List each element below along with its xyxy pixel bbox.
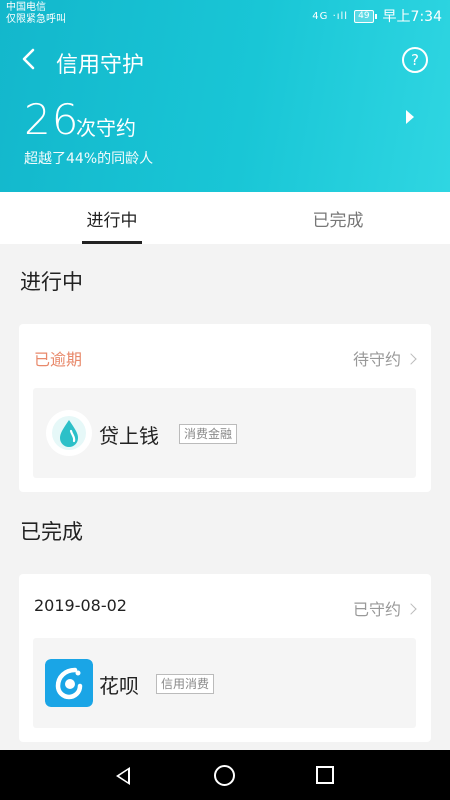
system-nav-bar <box>0 750 450 800</box>
chevron-right-icon <box>405 602 417 615</box>
nav-recent-apps-icon[interactable] <box>316 766 334 784</box>
hero-header: 中国电信 仅限紧急呼叫 4G ·ıll 49 早上7:34 信用守护 ? 26 … <box>0 0 450 192</box>
in-progress-card[interactable]: 已逾期 待守约 贷上钱 消费金融 <box>19 324 431 492</box>
carrier-name: 中国电信 <box>6 2 46 13</box>
kept-status[interactable]: 已守约 <box>352 596 417 620</box>
clock: 早上7:34 <box>382 9 442 25</box>
completed-date: 2019-08-02 <box>34 596 127 615</box>
battery-icon: 49 <box>354 9 377 23</box>
category-tag: 信用消费 <box>156 674 215 694</box>
chevron-right-icon <box>405 352 417 365</box>
signal-icon: 4G ·ıll <box>312 10 349 22</box>
nav-back-icon-inner <box>119 770 128 782</box>
pending-status-label: 待守约 <box>352 350 401 369</box>
battery-level: 49 <box>354 9 374 23</box>
help-icon[interactable]: ? <box>402 47 428 73</box>
emergency-only: 仅限紧急呼叫 <box>6 14 66 25</box>
kept-status-label: 已守约 <box>352 600 401 619</box>
active-tab-indicator <box>82 241 142 244</box>
status-icons: 4G ·ıll 49 早上7:34 <box>312 6 442 26</box>
page-title: 信用守护 <box>56 53 145 78</box>
completed-card[interactable]: 2019-08-02 已守约 花呗 信用消费 <box>19 574 431 742</box>
carrier-info: 中国电信 仅限紧急呼叫 <box>6 2 66 26</box>
back-arrow-icon[interactable] <box>14 44 44 74</box>
huabei-logo-icon <box>45 659 93 707</box>
app-name: 花呗 <box>99 674 139 698</box>
huabei-app-box[interactable]: 花呗 信用消费 <box>33 638 416 728</box>
app-name: 贷上钱 <box>99 424 159 448</box>
nav-home-icon[interactable] <box>214 765 235 786</box>
battery-tip <box>374 13 377 19</box>
credit-count: 26 <box>24 95 80 144</box>
section-title-in-progress: 进行中 <box>20 270 83 294</box>
section-title-completed: 已完成 <box>20 520 83 544</box>
peer-comparison: 超越了44%的同龄人 <box>24 151 154 167</box>
top-bar: 信用守护 ? <box>0 30 450 90</box>
daishangqian-logo-icon <box>46 410 92 456</box>
loan-app-box[interactable]: 贷上钱 消费金融 <box>33 388 416 478</box>
play-arrow-icon[interactable] <box>406 110 414 124</box>
tab-completed[interactable]: 已完成 <box>268 206 408 231</box>
tab-bar: 进行中 已完成 <box>0 192 450 244</box>
overdue-label: 已逾期 <box>34 350 83 369</box>
credit-count-unit: 次守约 <box>76 116 136 140</box>
category-tag: 消费金融 <box>179 424 238 444</box>
status-bar: 中国电信 仅限紧急呼叫 4G ·ıll 49 早上7:34 <box>0 0 450 30</box>
tab-in-progress[interactable]: 进行中 <box>42 206 182 231</box>
pending-status[interactable]: 待守约 <box>352 346 417 370</box>
